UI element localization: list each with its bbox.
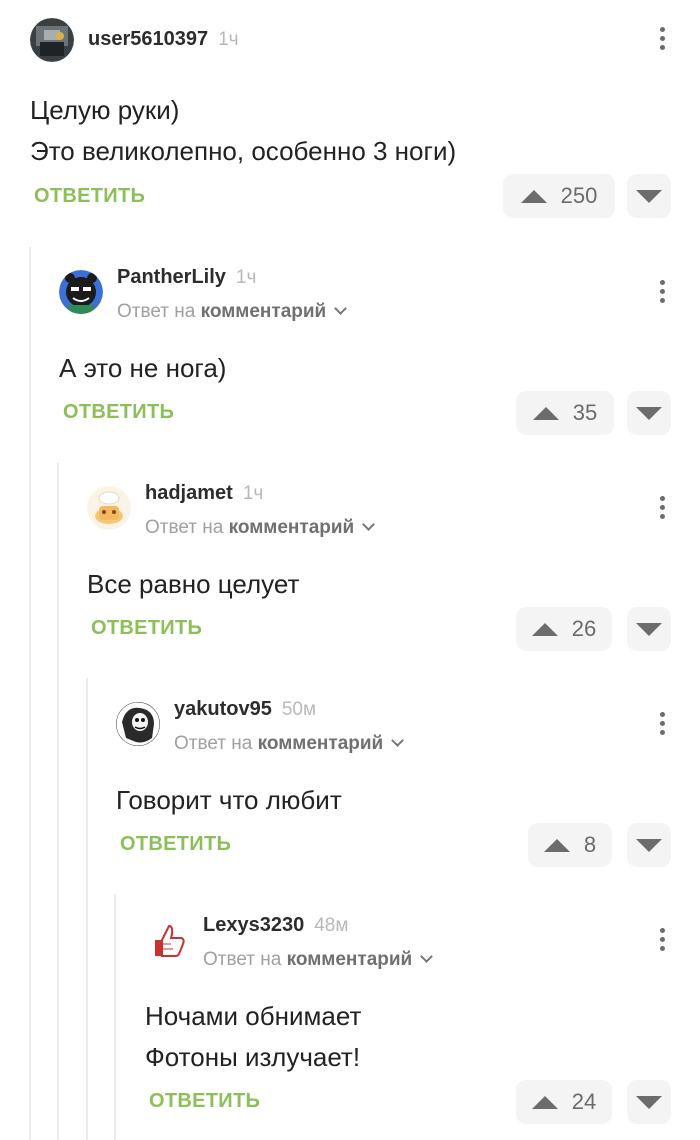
comment-text: Все равно целует bbox=[87, 564, 299, 605]
comment-time: 1ч bbox=[235, 267, 257, 288]
username[interactable]: PantherLily 1ч bbox=[117, 266, 256, 289]
upvote-button[interactable]: 35 bbox=[516, 391, 614, 435]
reply-to-link[interactable]: Ответ на комментарий bbox=[174, 733, 405, 755]
username-text: yakutov95 bbox=[174, 698, 272, 720]
reply-to-link[interactable]: Ответ на комментарий bbox=[117, 301, 348, 323]
thread-line bbox=[86, 678, 88, 1140]
avatar[interactable] bbox=[116, 702, 160, 746]
reply-button[interactable]: ОТВЕТИТЬ bbox=[63, 401, 174, 424]
comment-text: Ночами обнимает Фотоны излучает! bbox=[145, 996, 361, 1078]
comment-text-line: Фотоны излучает! bbox=[145, 1042, 361, 1072]
reply-to-link[interactable]: Ответ на комментарий bbox=[203, 949, 434, 971]
username[interactable]: hadjamet 1ч bbox=[145, 482, 263, 505]
username[interactable]: Lexys3230 48м bbox=[203, 914, 348, 937]
downvote-button[interactable] bbox=[627, 391, 671, 435]
upvote-button[interactable]: 8 bbox=[528, 823, 612, 867]
downvote-button[interactable] bbox=[627, 174, 671, 218]
comment-time: 1ч bbox=[218, 29, 239, 50]
reply-button[interactable]: ОТВЕТИТЬ bbox=[91, 617, 202, 640]
comment-text-line: Целую руки) bbox=[30, 95, 180, 125]
comment-time: 50м bbox=[281, 699, 317, 720]
reply-to-prefix: Ответ на bbox=[203, 949, 282, 970]
arrow-down-icon bbox=[636, 838, 662, 852]
reply-to-link[interactable]: Ответ на комментарий bbox=[145, 517, 376, 539]
comment-time: 48м bbox=[314, 915, 349, 936]
more-icon[interactable] bbox=[659, 712, 665, 738]
comment: PantherLily 1ч Ответ на комментарий А это… bbox=[59, 266, 700, 450]
comment-text-line: А это не нога) bbox=[59, 353, 227, 383]
comment-text-line: Все равно целует bbox=[87, 569, 300, 599]
upvote-button[interactable]: 250 bbox=[503, 174, 615, 218]
reply-button[interactable]: ОТВЕТИТЬ bbox=[34, 185, 145, 208]
vote-count: 26 bbox=[571, 616, 597, 641]
username[interactable]: user5610397 1ч bbox=[88, 28, 239, 51]
more-icon[interactable] bbox=[659, 496, 665, 522]
reply-button[interactable]: ОТВЕТИТЬ bbox=[120, 833, 231, 856]
reply-to-target: комментарий bbox=[257, 733, 384, 754]
arrow-up-icon bbox=[531, 1095, 558, 1109]
arrow-down-icon bbox=[636, 1095, 662, 1109]
downvote-button[interactable] bbox=[627, 823, 671, 867]
comment-text: А это не нога) bbox=[59, 348, 226, 389]
arrow-down-icon bbox=[636, 406, 662, 420]
avatar[interactable] bbox=[30, 18, 74, 62]
comment: user5610397 1ч Целую руки) Это великолепн… bbox=[30, 18, 700, 228]
reply-to-target: комментарий bbox=[200, 301, 327, 322]
comments-page: user5610397 1ч Целую руки) Это великолепн… bbox=[0, 0, 700, 1140]
username-text: hadjamet bbox=[145, 482, 233, 504]
more-icon[interactable] bbox=[659, 280, 665, 306]
vote-count: 24 bbox=[571, 1089, 597, 1114]
comment-text: Говорит что любит bbox=[116, 780, 342, 821]
comment: hadjamet 1ч Ответ на комментарий Все равн… bbox=[87, 482, 700, 666]
thread-line bbox=[114, 894, 116, 1140]
reply-to-target: комментарий bbox=[286, 949, 413, 970]
reply-to-prefix: Ответ на bbox=[117, 301, 196, 322]
arrow-down-icon bbox=[636, 622, 662, 636]
comment-text-line: Говорит что любит bbox=[116, 785, 342, 815]
upvote-button[interactable]: 26 bbox=[516, 607, 612, 651]
arrow-up-icon bbox=[543, 838, 570, 852]
comment-text-line: Ночами обнимает bbox=[145, 1001, 362, 1031]
thread-line bbox=[29, 247, 31, 1140]
reply-button[interactable]: ОТВЕТИТЬ bbox=[149, 1090, 260, 1113]
username-text: PantherLily bbox=[117, 266, 226, 288]
vote-count: 35 bbox=[572, 400, 598, 425]
vote-count: 250 bbox=[560, 183, 598, 208]
comment-text-line: Это великолепно, особенно 3 ноги) bbox=[30, 136, 457, 166]
comment-time: 1ч bbox=[242, 483, 264, 504]
more-icon[interactable] bbox=[659, 27, 665, 53]
arrow-up-icon bbox=[531, 622, 558, 636]
arrow-down-icon bbox=[636, 189, 662, 203]
username[interactable]: yakutov95 50м bbox=[174, 698, 316, 721]
comment-text: Целую руки) Это великолепно, особенно 3 … bbox=[30, 90, 456, 172]
avatar[interactable] bbox=[59, 270, 103, 314]
arrow-up-icon bbox=[532, 406, 559, 420]
chevron-down-icon bbox=[391, 734, 405, 747]
arrow-up-icon bbox=[520, 189, 547, 203]
upvote-button[interactable]: 24 bbox=[516, 1080, 612, 1124]
reply-to-prefix: Ответ на bbox=[174, 733, 253, 754]
comment: Lexys3230 48м Ответ на комментарий Ночами… bbox=[145, 914, 700, 1140]
avatar[interactable] bbox=[87, 486, 131, 530]
reply-to-target: комментарий bbox=[228, 517, 355, 538]
reply-to-prefix: Ответ на bbox=[145, 517, 224, 538]
comment: yakutov95 50м Ответ на комментарий Говори… bbox=[116, 698, 700, 882]
downvote-button[interactable] bbox=[627, 607, 671, 651]
vote-count: 8 bbox=[583, 832, 597, 857]
username-text: Lexys3230 bbox=[203, 914, 305, 936]
chevron-down-icon bbox=[334, 302, 348, 315]
chevron-down-icon bbox=[362, 518, 376, 531]
username-text: user5610397 bbox=[88, 28, 209, 50]
more-icon[interactable] bbox=[659, 928, 665, 954]
avatar[interactable] bbox=[145, 918, 189, 962]
thread-line bbox=[57, 463, 59, 1140]
chevron-down-icon bbox=[420, 950, 434, 963]
downvote-button[interactable] bbox=[627, 1080, 671, 1124]
